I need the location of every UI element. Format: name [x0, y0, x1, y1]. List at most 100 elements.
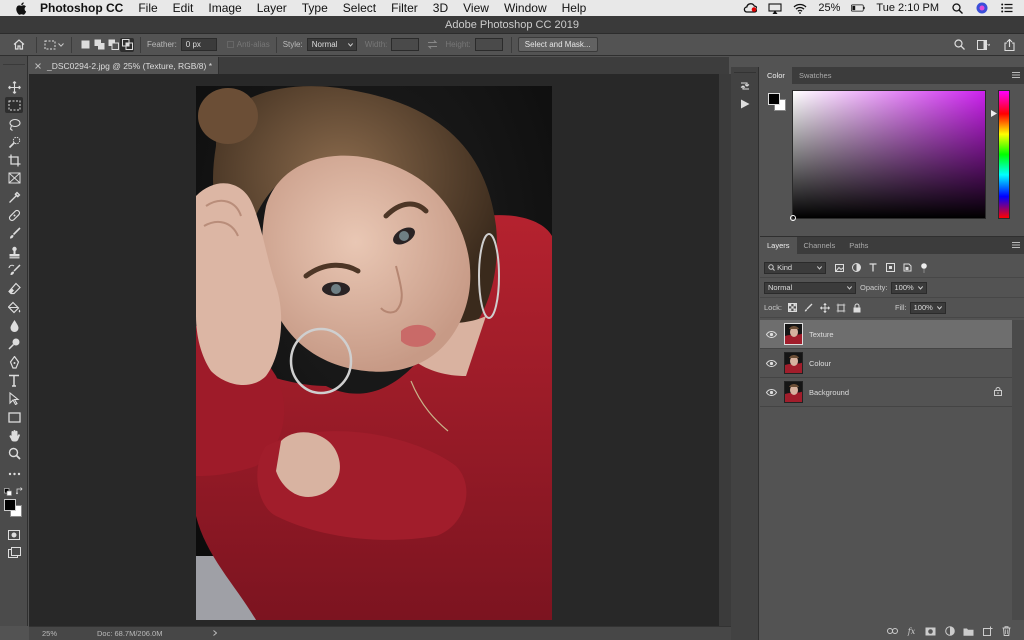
layer-row-colour[interactable]: Colour [760, 349, 1012, 378]
filter-kind-select[interactable]: Kind [764, 261, 826, 274]
menu-layer[interactable]: Layer [257, 1, 287, 15]
brush-tool-icon[interactable] [5, 225, 23, 241]
toolbar-grip[interactable] [3, 59, 25, 65]
hue-slider[interactable] [998, 90, 1010, 219]
adjustment-layer-icon[interactable] [944, 626, 955, 637]
lock-image-pixels-icon[interactable] [804, 303, 814, 313]
close-tab-icon[interactable] [35, 61, 41, 71]
wifi-icon[interactable] [793, 2, 807, 14]
layers-panel-menu-icon[interactable] [1012, 241, 1020, 249]
search-icon[interactable] [952, 38, 966, 52]
menubar-clock[interactable]: Tue 2:10 PM [876, 2, 939, 14]
lock-transparent-pixels-icon[interactable] [788, 303, 798, 313]
panel-menu-icon[interactable] [1012, 71, 1020, 79]
layer-name[interactable]: Texture [809, 330, 834, 339]
filter-adjustment-icon[interactable] [851, 263, 861, 273]
zoom-level[interactable]: 25% [42, 629, 82, 638]
intersect-selection-icon[interactable] [120, 37, 134, 52]
rectangular-marquee-tool-icon[interactable] [5, 97, 23, 113]
frame-tool-icon[interactable] [5, 170, 23, 186]
layer-name[interactable]: Background [809, 388, 849, 397]
layer-row-texture[interactable]: Texture [760, 320, 1012, 349]
menu-file[interactable]: File [138, 1, 157, 15]
menu-3d[interactable]: 3D [433, 1, 448, 15]
actions-play-icon[interactable] [738, 97, 752, 111]
more-tools-icon[interactable] [5, 466, 23, 482]
anti-alias-checkbox[interactable]: Anti-alias [226, 40, 270, 49]
feather-input[interactable]: 0 px [180, 38, 217, 51]
layer-lock-icon[interactable] [994, 387, 1002, 396]
new-layer-icon[interactable] [982, 626, 993, 637]
menu-image[interactable]: Image [208, 1, 241, 15]
filter-smart-object-icon[interactable] [902, 263, 912, 273]
creative-cloud-icon[interactable] [743, 2, 758, 14]
color-picker-field[interactable] [790, 90, 986, 221]
opacity-input[interactable]: 100% [890, 281, 927, 294]
paint-bucket-tool-icon[interactable] [5, 299, 23, 315]
filter-type-icon[interactable] [868, 263, 878, 273]
chevron-down-icon[interactable] [57, 38, 65, 52]
layer-name[interactable]: Colour [809, 359, 831, 368]
healing-brush-tool-icon[interactable] [5, 207, 23, 223]
hand-tool-icon[interactable] [5, 427, 23, 443]
menu-window[interactable]: Window [504, 1, 547, 15]
eraser-tool-icon[interactable] [5, 280, 23, 296]
default-colors-icon[interactable] [4, 487, 12, 496]
fill-input[interactable]: 100% [909, 301, 946, 314]
siri-icon[interactable] [975, 2, 989, 14]
battery-icon[interactable] [851, 2, 866, 14]
status-menu-arrow-icon[interactable] [213, 629, 218, 638]
hue-slider-marker-icon[interactable] [991, 110, 997, 117]
tab-paths[interactable]: Paths [842, 237, 875, 254]
spotlight-search-icon[interactable] [950, 2, 964, 14]
link-layers-icon[interactable] [887, 626, 898, 637]
marquee-preset-icon[interactable] [43, 38, 57, 52]
add-layer-mask-icon[interactable] [925, 626, 936, 637]
select-and-mask-button[interactable]: Select and Mask... [517, 37, 598, 52]
notification-center-icon[interactable] [1000, 2, 1014, 14]
quick-mask-icon[interactable] [5, 527, 23, 543]
eyedropper-tool-icon[interactable] [5, 189, 23, 205]
menu-filter[interactable]: Filter [391, 1, 418, 15]
color-panel-foreground-swatch[interactable] [768, 93, 780, 105]
share-icon[interactable] [1002, 38, 1016, 52]
lasso-tool-icon[interactable] [5, 116, 23, 132]
document-canvas-image[interactable] [196, 86, 552, 620]
lock-all-icon[interactable] [852, 303, 862, 313]
swap-colors-icon[interactable] [15, 486, 24, 495]
home-icon[interactable] [12, 38, 26, 52]
tab-color[interactable]: Color [760, 67, 792, 84]
menu-app-name[interactable]: Photoshop CC [40, 1, 123, 15]
visibility-eye-icon[interactable] [765, 329, 777, 339]
new-selection-icon[interactable] [78, 38, 92, 52]
workspace-icon[interactable] [976, 38, 990, 52]
menu-view[interactable]: View [463, 1, 489, 15]
delete-layer-trash-icon[interactable] [1001, 626, 1012, 637]
layers-scrollbar[interactable] [1012, 320, 1024, 620]
dodge-tool-icon[interactable] [5, 335, 23, 351]
menu-help[interactable]: Help [562, 1, 587, 15]
tab-swatches[interactable]: Swatches [792, 67, 839, 84]
history-panel-icon[interactable] [738, 79, 752, 93]
type-tool-icon[interactable] [5, 372, 23, 388]
tab-layers[interactable]: Layers [760, 237, 797, 254]
path-selection-tool-icon[interactable] [5, 390, 23, 406]
history-brush-tool-icon[interactable] [5, 262, 23, 278]
move-tool-icon[interactable] [5, 79, 23, 95]
foreground-color-swatch[interactable] [4, 499, 16, 511]
zoom-tool-icon[interactable] [5, 445, 23, 461]
filter-toggle-icon[interactable] [919, 262, 929, 273]
lock-artboard-icon[interactable] [836, 303, 846, 313]
menu-edit[interactable]: Edit [173, 1, 194, 15]
lock-position-icon[interactable] [820, 302, 830, 313]
document-tab[interactable]: _DSC0294-2.jpg @ 25% (Texture, RGB/8) * [29, 57, 219, 74]
airplay-icon[interactable] [768, 2, 782, 14]
menu-type[interactable]: Type [302, 1, 328, 15]
tab-channels[interactable]: Channels [797, 237, 843, 254]
layer-style-fx-icon[interactable]: fx [906, 626, 917, 637]
blur-tool-icon[interactable] [5, 317, 23, 333]
add-to-selection-icon[interactable] [92, 38, 106, 52]
filter-pixel-icon[interactable] [834, 263, 844, 273]
subtract-from-selection-icon[interactable] [106, 38, 120, 52]
blend-mode-select[interactable]: Normal [764, 281, 856, 294]
